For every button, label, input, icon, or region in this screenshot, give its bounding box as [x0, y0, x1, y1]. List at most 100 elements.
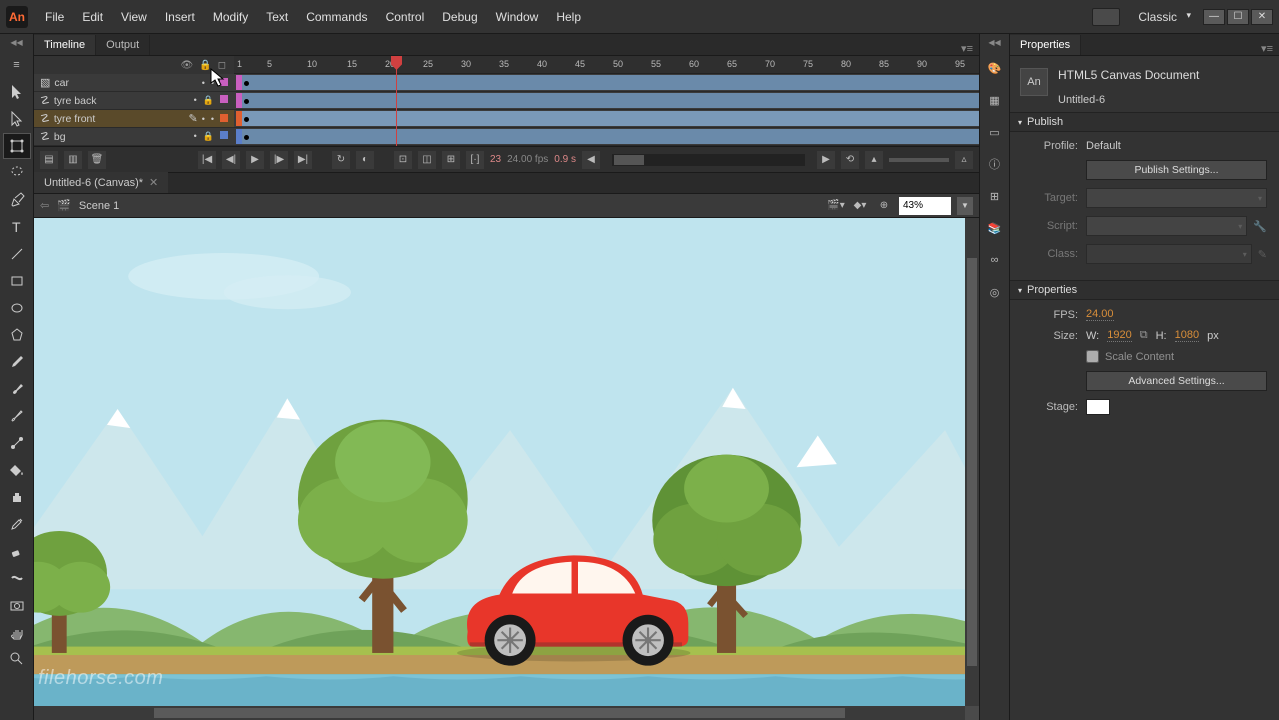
workspace-switcher[interactable]: Classic: [1128, 7, 1195, 27]
pencil-tool[interactable]: [3, 349, 31, 375]
free-transform-tool[interactable]: [3, 133, 31, 159]
sync-status-icon[interactable]: [1092, 8, 1120, 26]
oval-tool[interactable]: [3, 295, 31, 321]
menu-debug[interactable]: Debug: [433, 6, 486, 28]
marker-button[interactable]: [·]: [466, 151, 484, 169]
go-last-frame-button[interactable]: ▶|: [294, 151, 312, 169]
timeline-track[interactable]: [234, 128, 979, 146]
tab-timeline[interactable]: Timeline: [34, 35, 96, 55]
zoom-level-input[interactable]: 43%: [899, 197, 951, 215]
timeline-zoom-slider[interactable]: [889, 158, 949, 162]
menu-commands[interactable]: Commands: [297, 6, 376, 28]
playhead[interactable]: [396, 56, 397, 146]
rectangle-tool[interactable]: [3, 268, 31, 294]
step-forward-button[interactable]: |▶: [270, 151, 288, 169]
timeline-zoom-reset[interactable]: ⟲: [841, 151, 859, 169]
scroll-left-button[interactable]: ◀: [582, 151, 600, 169]
edit-symbols-button[interactable]: ◆▾: [851, 197, 869, 215]
close-tab-icon[interactable]: ✕: [149, 176, 158, 189]
scale-content-checkbox[interactable]: [1086, 350, 1099, 363]
scroll-right-button[interactable]: ▶: [817, 151, 835, 169]
library-panel-icon[interactable]: 📚: [983, 215, 1007, 241]
loop-button[interactable]: ↻: [332, 151, 350, 169]
brush-tool[interactable]: [3, 376, 31, 402]
center-stage-button[interactable]: ⊕: [875, 197, 893, 215]
new-layer-button[interactable]: ▤: [40, 151, 58, 169]
advanced-settings-button[interactable]: Advanced Settings...: [1086, 371, 1267, 391]
lasso-tool[interactable]: [3, 160, 31, 186]
stage-color-swatch[interactable]: [1086, 399, 1110, 415]
go-first-frame-button[interactable]: |◀: [198, 151, 216, 169]
window-maximize[interactable]: ☐: [1227, 9, 1249, 25]
stage-canvas[interactable]: [34, 218, 965, 706]
paint-bucket-tool[interactable]: [3, 457, 31, 483]
menu-text[interactable]: Text: [257, 6, 297, 28]
text-tool[interactable]: T: [3, 214, 31, 240]
link-size-icon[interactable]: ⧉: [1140, 329, 1148, 342]
camera-tool[interactable]: [3, 592, 31, 618]
collapse-tools-icon[interactable]: ◀◀: [0, 38, 33, 52]
timeline-zoom-out[interactable]: ▴: [865, 151, 883, 169]
document-tab[interactable]: Untitled-6 (Canvas)* ✕: [34, 172, 168, 193]
panel-menu-icon[interactable]: ▾≡: [955, 42, 979, 55]
info-panel-icon[interactable]: ⓘ: [983, 151, 1007, 177]
eraser-tool[interactable]: [3, 538, 31, 564]
menu-view[interactable]: View: [112, 6, 156, 28]
polystar-tool[interactable]: [3, 322, 31, 348]
components-panel-icon[interactable]: ∞: [983, 247, 1007, 273]
width-tool[interactable]: [3, 565, 31, 591]
publish-settings-button[interactable]: Publish Settings...: [1086, 160, 1267, 180]
bone-tool[interactable]: [3, 430, 31, 456]
panel-menu-icon[interactable]: ▾≡: [1255, 42, 1279, 55]
align-panel-icon[interactable]: ▭: [983, 119, 1007, 145]
edit-scene-button[interactable]: 🎬▾: [827, 197, 845, 215]
window-close[interactable]: ✕: [1251, 9, 1273, 25]
properties-section-header[interactable]: Properties: [1010, 280, 1279, 300]
menu-window[interactable]: Window: [487, 6, 548, 28]
menu-file[interactable]: File: [36, 6, 73, 28]
menu-edit[interactable]: Edit: [73, 6, 112, 28]
pen-tool[interactable]: [3, 187, 31, 213]
timeline-scrollbar[interactable]: [612, 154, 805, 166]
subselection-tool[interactable]: [3, 106, 31, 132]
timeline-track[interactable]: [234, 92, 979, 110]
menu-modify[interactable]: Modify: [204, 6, 257, 28]
height-input[interactable]: 1080: [1175, 329, 1199, 342]
layer-row[interactable]: ☡ bg •🔒: [34, 128, 234, 146]
hand-tool[interactable]: [3, 619, 31, 645]
delete-layer-button[interactable]: 🗑: [88, 151, 106, 169]
visibility-header-icon[interactable]: 👁: [181, 60, 194, 71]
step-back-button[interactable]: ◀|: [222, 151, 240, 169]
menu-insert[interactable]: Insert: [156, 6, 204, 28]
play-button[interactable]: ▶: [246, 151, 264, 169]
stage-scrollbar-vertical[interactable]: [965, 218, 979, 706]
layer-row[interactable]: ▧ car ••: [34, 74, 234, 92]
onion-skin-button[interactable]: ◐: [356, 151, 374, 169]
center-frame-button[interactable]: ⊡: [394, 151, 412, 169]
publish-section-header[interactable]: Publish: [1010, 112, 1279, 132]
timeline-track[interactable]: [234, 110, 979, 128]
onion-outlines-button[interactable]: ◫: [418, 151, 436, 169]
zoom-tool[interactable]: [3, 646, 31, 672]
timeline-grid[interactable]: 1 5 10 15 20 25 30 35 40 45 50 55 60 65: [234, 56, 979, 146]
fps-input[interactable]: 24.00: [1086, 308, 1114, 321]
timeline-track[interactable]: [234, 74, 979, 92]
panel-menu-icon[interactable]: ≡: [3, 52, 31, 78]
outline-header-icon[interactable]: ◻: [218, 60, 226, 71]
cloud-panel-icon[interactable]: ◎: [983, 279, 1007, 305]
lock-header-icon[interactable]: 🔒: [199, 60, 211, 71]
menu-help[interactable]: Help: [547, 6, 590, 28]
edit-multiple-button[interactable]: ⊞: [442, 151, 460, 169]
line-tool[interactable]: [3, 241, 31, 267]
eyedropper-tool[interactable]: [3, 511, 31, 537]
new-folder-button[interactable]: ▥: [64, 151, 82, 169]
paint-brush-tool[interactable]: [3, 403, 31, 429]
window-minimize[interactable]: —: [1203, 9, 1225, 25]
tab-properties[interactable]: Properties: [1010, 35, 1081, 55]
menu-control[interactable]: Control: [377, 6, 434, 28]
width-input[interactable]: 1920: [1107, 329, 1131, 342]
scene-breadcrumb[interactable]: Scene 1: [79, 200, 119, 212]
transform-panel-icon[interactable]: ⊞: [983, 183, 1007, 209]
layer-row[interactable]: ☡ tyre back •🔒: [34, 92, 234, 110]
selection-tool[interactable]: [3, 79, 31, 105]
